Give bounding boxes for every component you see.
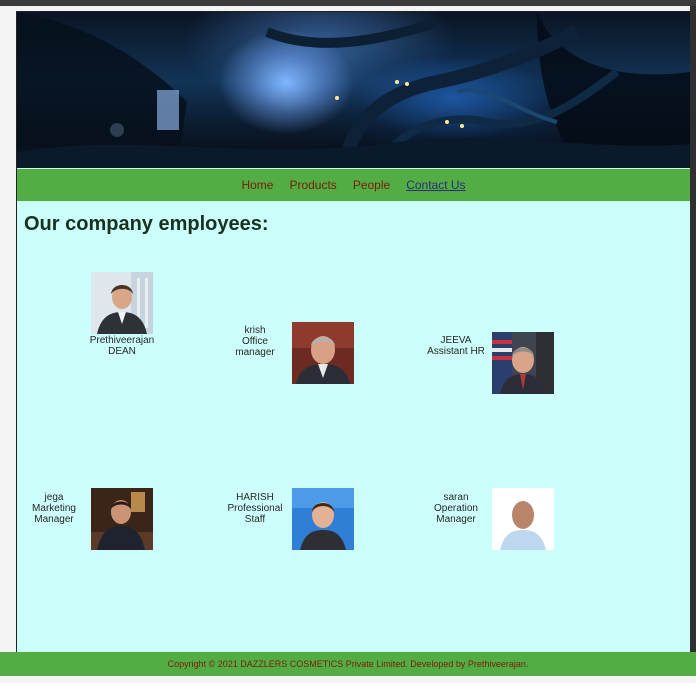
employee-role: Professional Staff — [227, 503, 283, 525]
employee-role: Operation Manager — [434, 503, 478, 525]
banner-image — [17, 12, 690, 168]
employee-name: jega — [44, 492, 64, 503]
employee-card: krish Office manager — [225, 325, 285, 358]
page-heading: Our company employees: — [24, 213, 269, 235]
employee-role: Office manager — [235, 336, 275, 358]
employee-photo — [292, 488, 354, 550]
employee-card: Prethiveerajan DEAN — [87, 335, 157, 357]
employee-role: Marketing Manager — [32, 503, 76, 525]
employee-name: HARISH — [236, 492, 274, 503]
employee-role: Assistant HR — [427, 346, 485, 357]
window-top-bar — [0, 0, 696, 6]
page-frame: Home Products People Contact Us Our comp… — [16, 11, 691, 653]
employee-card: saran Operation Manager — [425, 492, 487, 525]
nav-link-home[interactable]: Home — [241, 178, 273, 192]
nav-link-products[interactable]: Products — [289, 178, 336, 192]
employee-name: saran — [443, 492, 469, 503]
employee-card: jega Marketing Manager — [25, 492, 83, 525]
main-nav: Home Products People Contact Us — [17, 169, 690, 201]
footer: Copyright © 2021 DAZZLERS COSMETICS Priv… — [0, 652, 696, 676]
employee-photo — [91, 272, 153, 334]
employee-photo — [91, 488, 153, 550]
employee-card: HARISH Professional Staff — [225, 492, 285, 525]
employee-name: Prethiveerajan — [89, 335, 155, 346]
employee-photo — [492, 332, 554, 394]
employee-photo — [292, 322, 354, 384]
employee-name: krish — [244, 325, 266, 336]
nav-link-contact-us[interactable]: Contact Us — [406, 178, 465, 192]
nav-link-people[interactable]: People — [353, 178, 390, 192]
scrollbar[interactable] — [690, 6, 696, 666]
employee-card: JEEVA Assistant HR — [421, 335, 491, 357]
footer-copyright: Copyright © 2021 DAZZLERS COSMETICS Priv… — [167, 659, 529, 669]
employee-name: JEEVA — [440, 335, 472, 346]
employee-role: DEAN — [108, 346, 136, 357]
employee-photo — [492, 488, 554, 550]
